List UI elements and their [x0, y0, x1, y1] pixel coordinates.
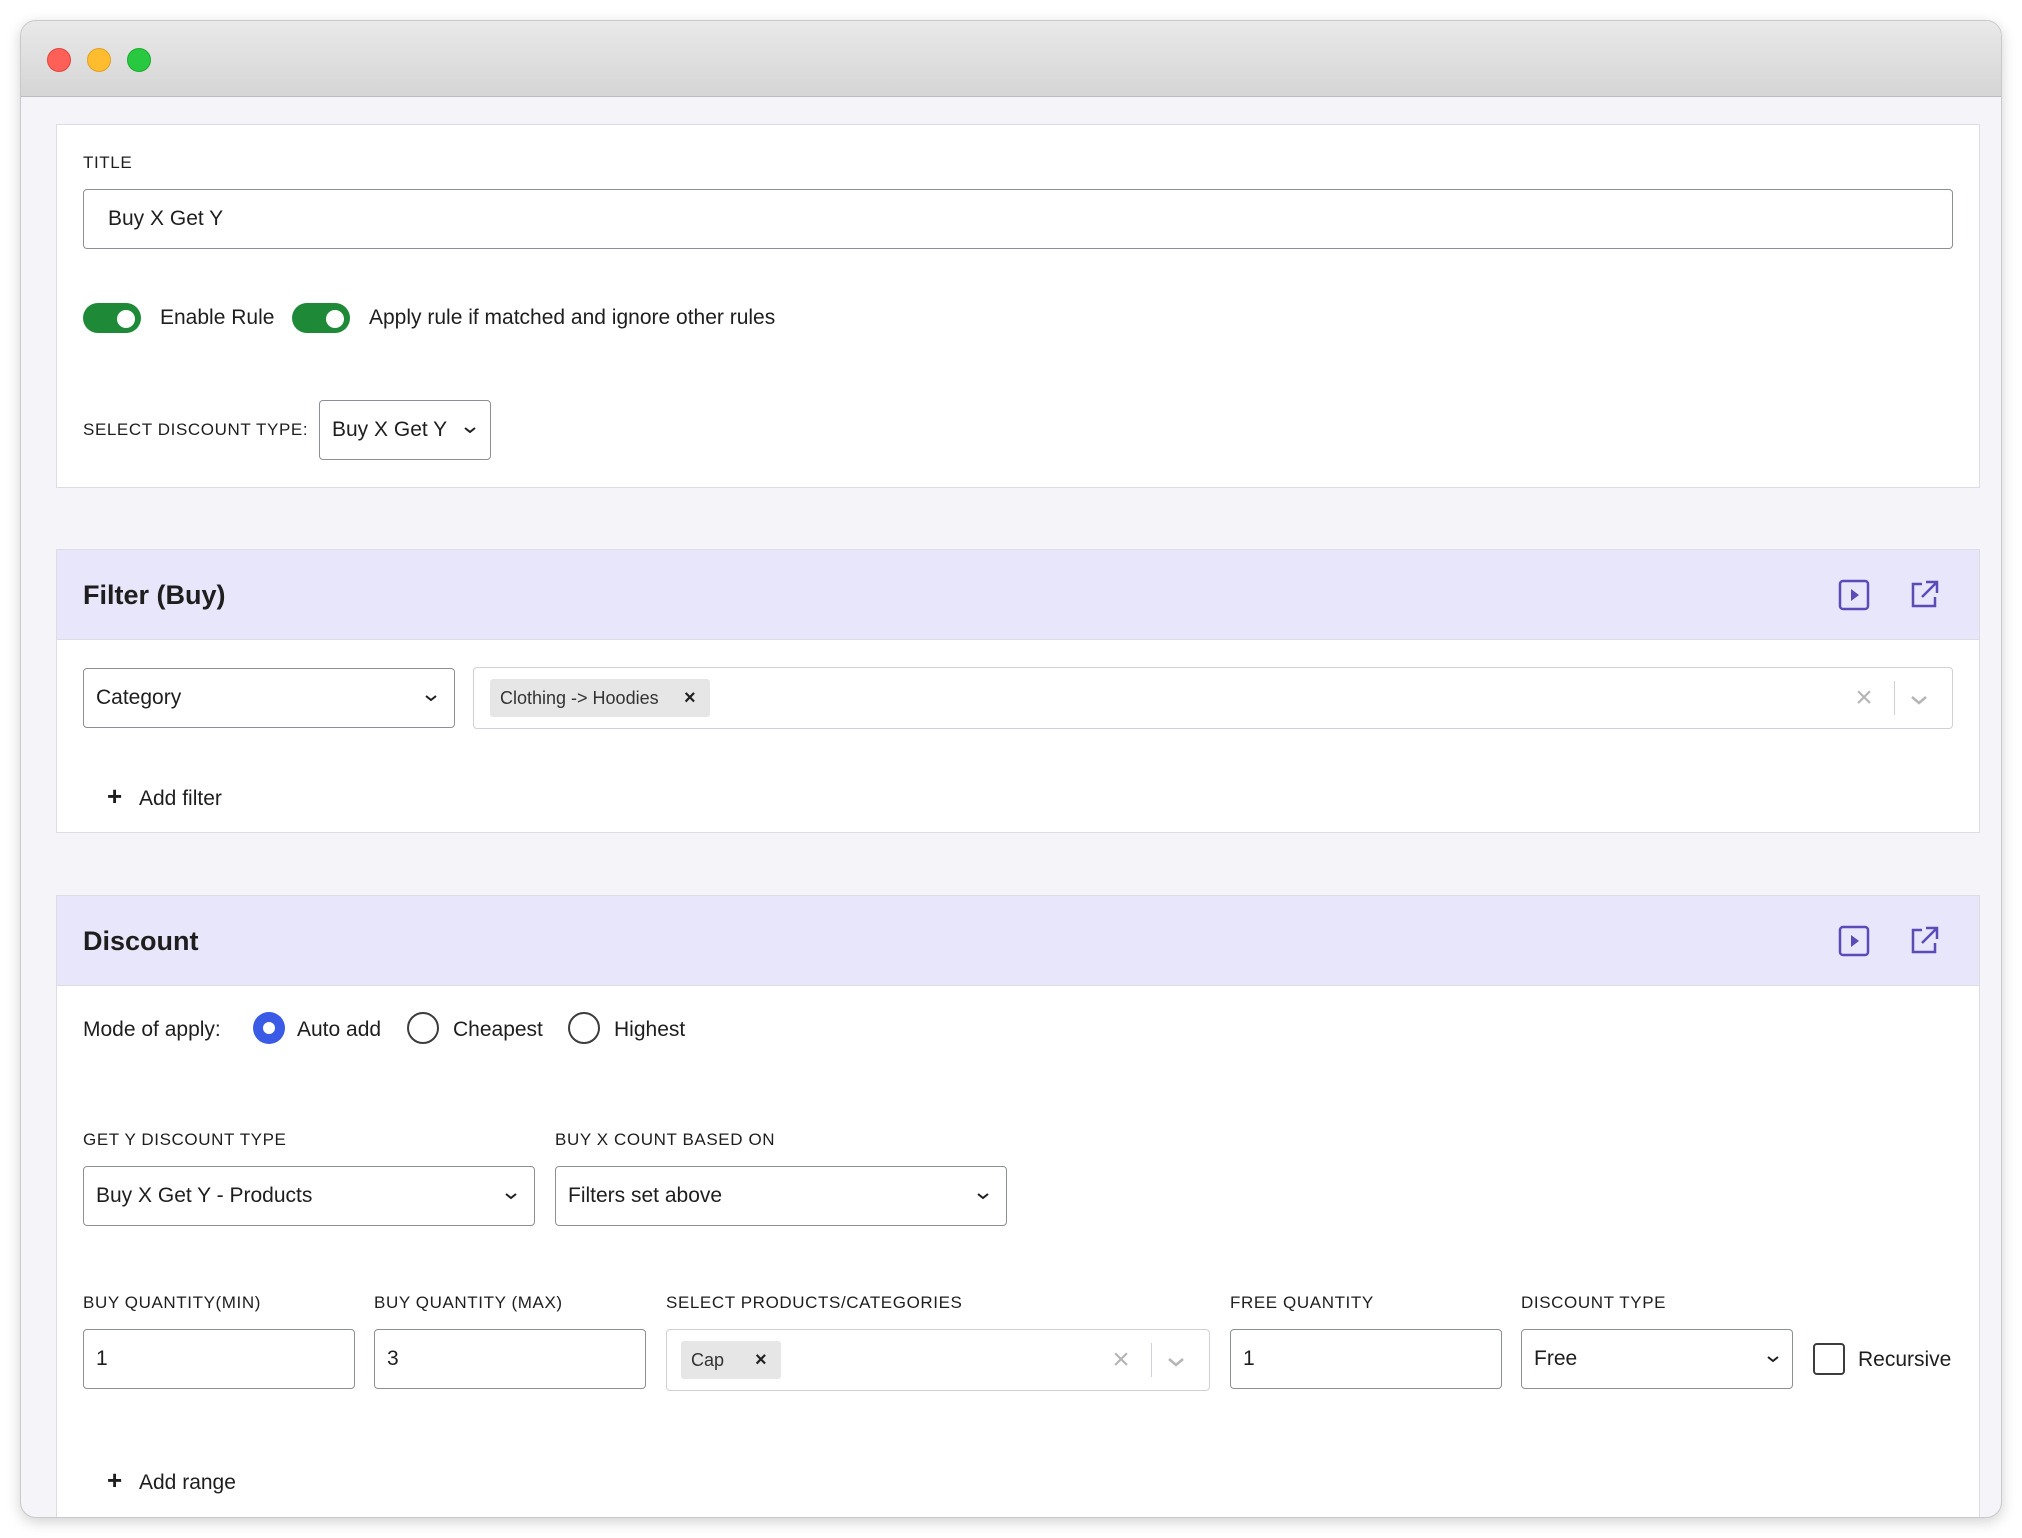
- chevron-down-icon: [1767, 1356, 1779, 1363]
- add-filter-label: Add filter: [139, 787, 222, 810]
- buy-max-label: BUY QUANTITY (MAX): [374, 1293, 563, 1312]
- add-filter-button[interactable]: + Add filter: [107, 781, 307, 817]
- get-y-type-label: GET Y DISCOUNT TYPE: [83, 1130, 287, 1149]
- radio-cheapest[interactable]: [407, 1012, 439, 1044]
- discount-type-label: SELECT DISCOUNT TYPE:: [83, 420, 309, 439]
- app-window: TITLE Buy X Get Y Enable Rule Apply rule…: [20, 20, 2002, 1518]
- discount-type-value: Free: [1534, 1347, 1578, 1370]
- chevron-down-icon: [425, 695, 437, 702]
- chevron-down-icon: [977, 1193, 989, 1200]
- video-play-icon[interactable]: [1837, 924, 1871, 958]
- remove-chip-icon[interactable]: ×: [684, 679, 696, 717]
- remove-chip-icon[interactable]: ×: [755, 1341, 767, 1379]
- chevron-down-icon: [505, 1193, 517, 1200]
- discount-card-header: Discount: [57, 896, 1979, 986]
- buy-min-label: BUY QUANTITY(MIN): [83, 1293, 262, 1312]
- filter-type-select[interactable]: Category: [83, 668, 455, 728]
- add-range-label: Add range: [139, 1471, 236, 1494]
- chip-label: Cap: [691, 1350, 725, 1370]
- chip-label: Clothing -> Hoodies: [500, 688, 659, 708]
- mode-of-apply-label: Mode of apply:: [83, 1018, 221, 1041]
- buy-x-count-select[interactable]: Filters set above: [555, 1166, 1007, 1226]
- chevron-down-icon[interactable]: [1166, 1356, 1186, 1368]
- title-bar: [21, 21, 2001, 97]
- separator: [1151, 1343, 1152, 1377]
- exclusive-rule-toggle[interactable]: [292, 303, 350, 333]
- buy-min-input[interactable]: 1: [83, 1329, 355, 1389]
- radio-cheapest-label: Cheapest: [453, 1018, 543, 1041]
- radio-auto-add-label: Auto add: [297, 1018, 382, 1041]
- radio-highest-label: Highest: [614, 1018, 686, 1041]
- title-label: TITLE: [83, 153, 133, 172]
- external-link-icon[interactable]: [1907, 578, 1941, 612]
- selected-chip: Clothing -> Hoodies ×: [490, 679, 710, 717]
- enable-rule-label: Enable Rule: [160, 306, 275, 329]
- filter-card-header: Filter (Buy): [57, 550, 1979, 640]
- products-select[interactable]: Cap × ×: [666, 1329, 1210, 1391]
- minimize-window-button[interactable]: [87, 48, 111, 72]
- enable-rule-toggle[interactable]: [83, 303, 141, 333]
- toggle-knob: [326, 310, 344, 328]
- rule-settings-card: TITLE Buy X Get Y Enable Rule Apply rule…: [56, 124, 1980, 488]
- discount-card: Discount Mode of apply: Auto add Cheapes…: [56, 895, 1980, 1517]
- maximize-window-button[interactable]: [127, 48, 151, 72]
- plus-icon: +: [107, 781, 123, 811]
- discount-card-title: Discount: [83, 926, 199, 956]
- discount-type-select[interactable]: Buy X Get Y: [319, 400, 491, 460]
- buy-max-input[interactable]: 3: [374, 1329, 646, 1389]
- chevron-down-icon[interactable]: [1909, 694, 1929, 706]
- discount-type-select[interactable]: Free: [1521, 1329, 1793, 1389]
- free-qty-label: FREE QUANTITY: [1230, 1293, 1374, 1312]
- close-window-button[interactable]: [47, 48, 71, 72]
- selected-chip: Cap ×: [681, 1341, 781, 1379]
- buy-x-count-label: BUY X COUNT BASED ON: [555, 1130, 776, 1149]
- filter-type-value: Category: [96, 686, 182, 709]
- discount-type-label: DISCOUNT TYPE: [1521, 1293, 1667, 1312]
- buy-x-count-value: Filters set above: [568, 1184, 723, 1207]
- recursive-checkbox[interactable]: [1813, 1343, 1845, 1375]
- clear-all-icon[interactable]: ×: [1107, 1345, 1135, 1375]
- radio-highest[interactable]: [568, 1012, 600, 1044]
- exclusive-rule-label: Apply rule if matched and ignore other r…: [369, 306, 776, 329]
- title-input[interactable]: Buy X Get Y: [83, 189, 1953, 249]
- filter-card: Filter (Buy) Category Clothing -> Hoodie…: [56, 549, 1980, 833]
- recursive-label: Recursive: [1858, 1348, 1952, 1371]
- separator: [1894, 681, 1895, 715]
- radio-dot: [263, 1022, 275, 1034]
- video-play-icon[interactable]: [1837, 578, 1871, 612]
- get-y-type-select[interactable]: Buy X Get Y - Products: [83, 1166, 535, 1226]
- external-link-icon[interactable]: [1907, 924, 1941, 958]
- clear-all-icon[interactable]: ×: [1850, 683, 1878, 713]
- toggle-knob: [117, 310, 135, 328]
- discount-type-value: Buy X Get Y: [332, 418, 448, 441]
- radio-auto-add[interactable]: [253, 1012, 285, 1044]
- products-label: SELECT PRODUCTS/CATEGORIES: [666, 1293, 963, 1312]
- plus-icon: +: [107, 1465, 123, 1495]
- filter-values-select[interactable]: Clothing -> Hoodies × ×: [473, 667, 1953, 729]
- add-range-button[interactable]: + Add range: [107, 1465, 307, 1501]
- chevron-down-icon: [464, 427, 476, 434]
- get-y-type-value: Buy X Get Y - Products: [96, 1184, 313, 1207]
- free-qty-input[interactable]: 1: [1230, 1329, 1502, 1389]
- filter-card-title: Filter (Buy): [83, 580, 226, 610]
